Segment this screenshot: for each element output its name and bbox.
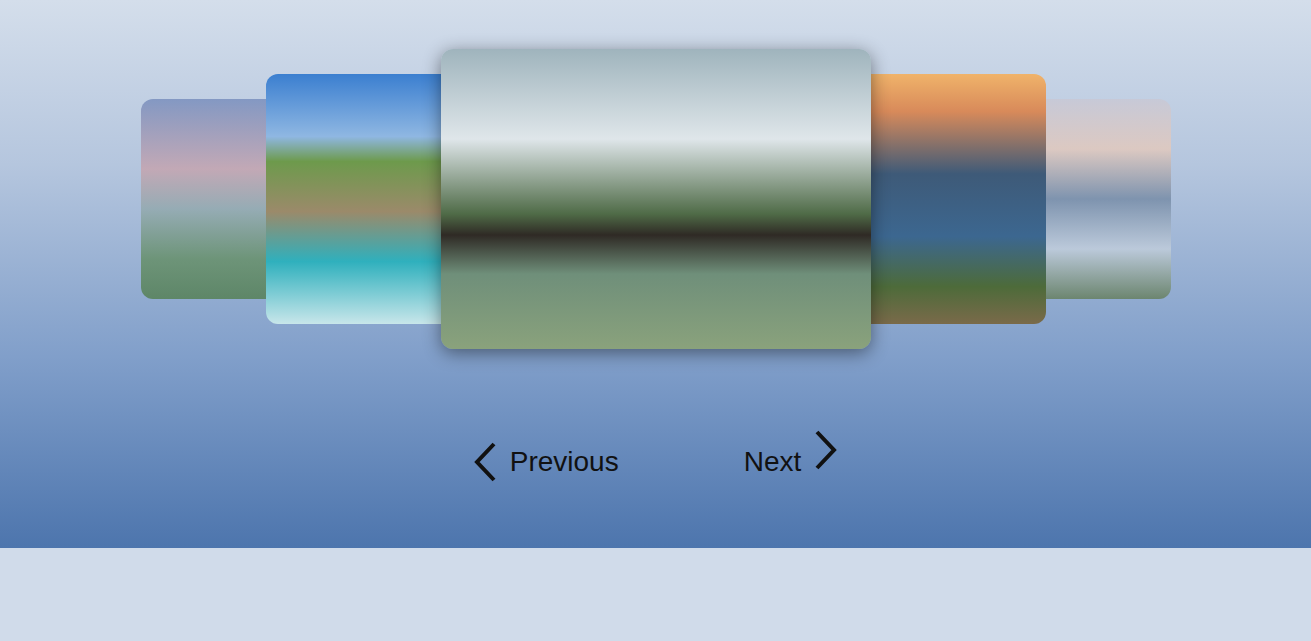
- carousel-slide[interactable]: [141, 99, 266, 299]
- previous-label[interactable]: Previous: [510, 446, 619, 478]
- carousel-slide[interactable]: [266, 74, 441, 324]
- page-footer: [0, 548, 1311, 641]
- previous-button[interactable]: Previous: [472, 441, 619, 483]
- next-label[interactable]: Next: [744, 446, 802, 478]
- carousel-track: [141, 49, 1171, 349]
- chevron-right-icon[interactable]: [813, 429, 839, 471]
- carousel-stage: Previous Next: [0, 0, 1311, 548]
- carousel-controls: Previous Next: [472, 441, 840, 483]
- carousel-slide[interactable]: [1046, 99, 1171, 299]
- chevron-left-icon[interactable]: [472, 441, 498, 483]
- next-button[interactable]: Next: [744, 441, 840, 483]
- carousel-slide[interactable]: [871, 74, 1046, 324]
- carousel-slide[interactable]: [441, 49, 871, 349]
